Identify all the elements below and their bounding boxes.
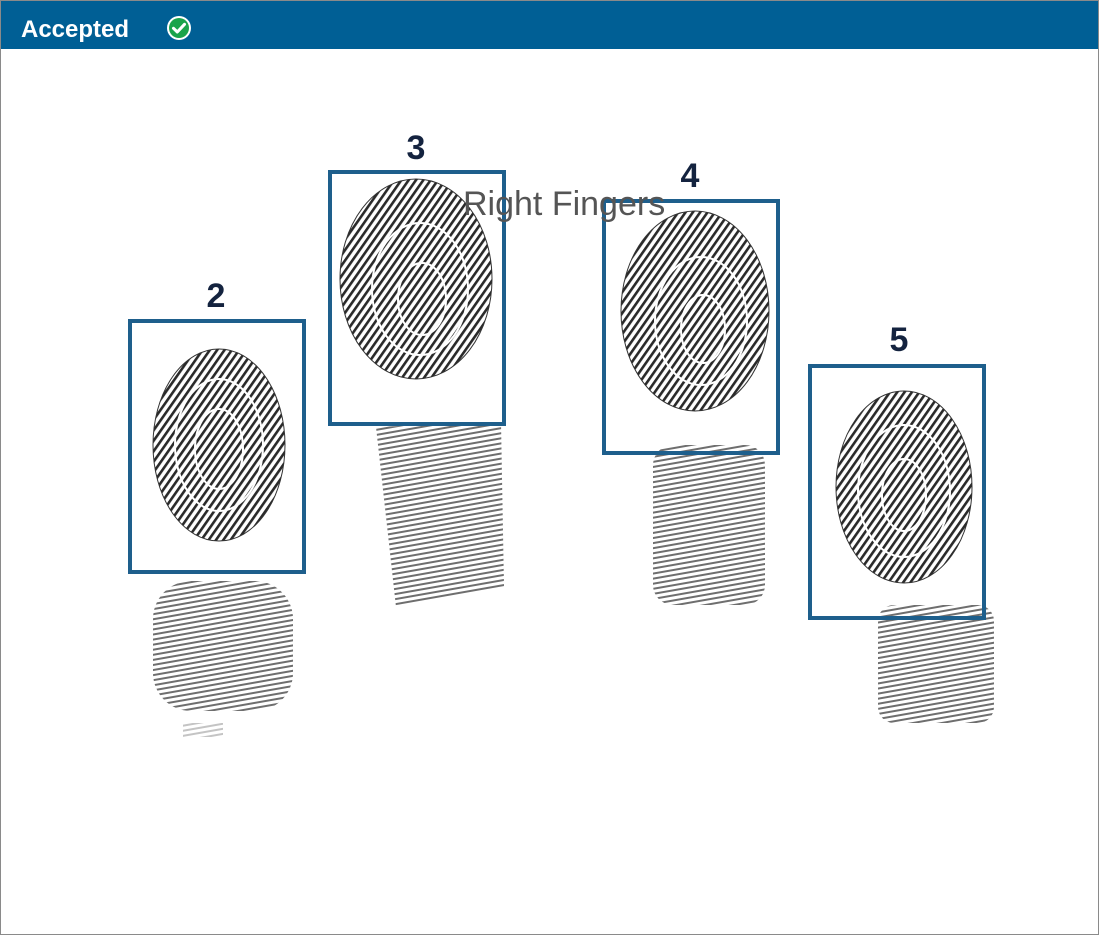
hand-caption: Right Fingers	[463, 185, 666, 223]
finger-2-number: 2	[206, 277, 226, 315]
status-header: Accepted	[1, 1, 1098, 49]
fingerprint-capture-panel: Accepted 2 3 4 5 Right Fingers	[0, 0, 1099, 935]
finger-3-number: 3	[406, 129, 426, 167]
fingerprint-image-area: 2 3 4 5 Right Fingers	[1, 49, 1098, 934]
finger-4-box[interactable]	[602, 199, 780, 455]
finger-5-number: 5	[889, 321, 909, 359]
status-label: Accepted	[21, 16, 130, 43]
finger-5-box[interactable]	[808, 364, 986, 620]
finger-2-box[interactable]	[128, 319, 306, 574]
check-circle-icon	[167, 16, 191, 40]
finger-4-number: 4	[680, 157, 700, 195]
